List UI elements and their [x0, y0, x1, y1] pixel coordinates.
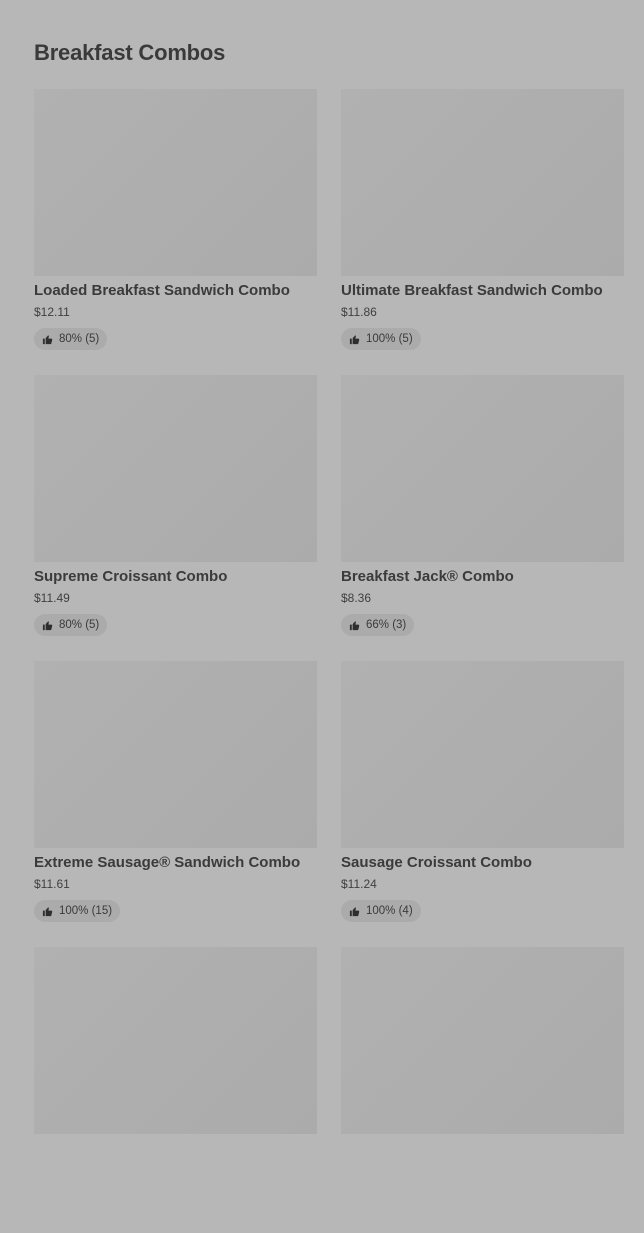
product-card[interactable]: Supreme Croissant Combo $11.49 80% (5) — [34, 375, 317, 661]
product-image[interactable] — [341, 89, 624, 276]
rating-badge: 100% (15) — [34, 900, 121, 922]
product-image[interactable] — [341, 947, 624, 1134]
product-grid: Loaded Breakfast Sandwich Combo $12.11 8… — [34, 89, 624, 1233]
product-name[interactable]: Loaded Breakfast Sandwich Combo — [34, 282, 317, 300]
rating-text: 100% (4) — [366, 905, 413, 917]
product-price: $8.36 — [341, 591, 372, 605]
product-image[interactable] — [34, 661, 317, 848]
rating-badge: 80% (5) — [34, 328, 108, 350]
product-card[interactable]: Loaded Breakfast Sandwich Combo $12.11 8… — [34, 89, 317, 375]
product-price: $11.86 — [341, 305, 377, 319]
rating-text: 66% (3) — [366, 619, 407, 631]
product-name[interactable]: Breakfast Jack® Combo — [341, 568, 624, 586]
thumbs-up-icon — [42, 620, 53, 631]
product-price: $12.11 — [34, 305, 70, 319]
rating-badge: 80% (5) — [34, 614, 108, 636]
thumbs-up-icon — [349, 620, 360, 631]
product-name[interactable]: Extreme Sausage® Sandwich Combo — [34, 854, 317, 872]
product-image[interactable] — [34, 89, 317, 276]
rating-badge: 66% (3) — [341, 614, 415, 636]
product-card[interactable]: Sausage Croissant Combo $11.24 100% (4) — [341, 661, 624, 947]
product-image[interactable] — [341, 375, 624, 562]
product-image[interactable] — [34, 375, 317, 562]
thumbs-up-icon — [349, 334, 360, 345]
rating-text: 100% (15) — [59, 905, 113, 917]
rating-text: 100% (5) — [366, 333, 413, 345]
product-name[interactable]: Ultimate Breakfast Sandwich Combo — [341, 282, 624, 300]
rating-badge: 100% (4) — [341, 900, 421, 922]
product-price: $11.49 — [34, 591, 70, 605]
product-card[interactable]: Extreme Sausage® Sandwich Combo $11.61 1… — [34, 661, 317, 947]
product-price: $11.61 — [34, 877, 70, 891]
product-card[interactable]: Ultimate Breakfast Sandwich Combo $11.86… — [341, 89, 624, 375]
rating-text: 80% (5) — [59, 619, 100, 631]
product-card[interactable] — [341, 947, 624, 1233]
product-name[interactable]: Sausage Croissant Combo — [341, 854, 624, 872]
thumbs-up-icon — [42, 906, 53, 917]
product-name[interactable]: Supreme Croissant Combo — [34, 568, 317, 586]
thumbs-up-icon — [42, 334, 53, 345]
rating-badge: 100% (5) — [341, 328, 421, 350]
product-card[interactable] — [34, 947, 317, 1233]
product-price: $11.24 — [341, 877, 377, 891]
section-title: Breakfast Combos — [34, 40, 226, 65]
rating-text: 80% (5) — [59, 333, 100, 345]
product-image[interactable] — [34, 947, 317, 1134]
product-card[interactable]: Breakfast Jack® Combo $8.36 66% (3) — [341, 375, 624, 661]
product-image[interactable] — [341, 661, 624, 848]
thumbs-up-icon — [349, 906, 360, 917]
